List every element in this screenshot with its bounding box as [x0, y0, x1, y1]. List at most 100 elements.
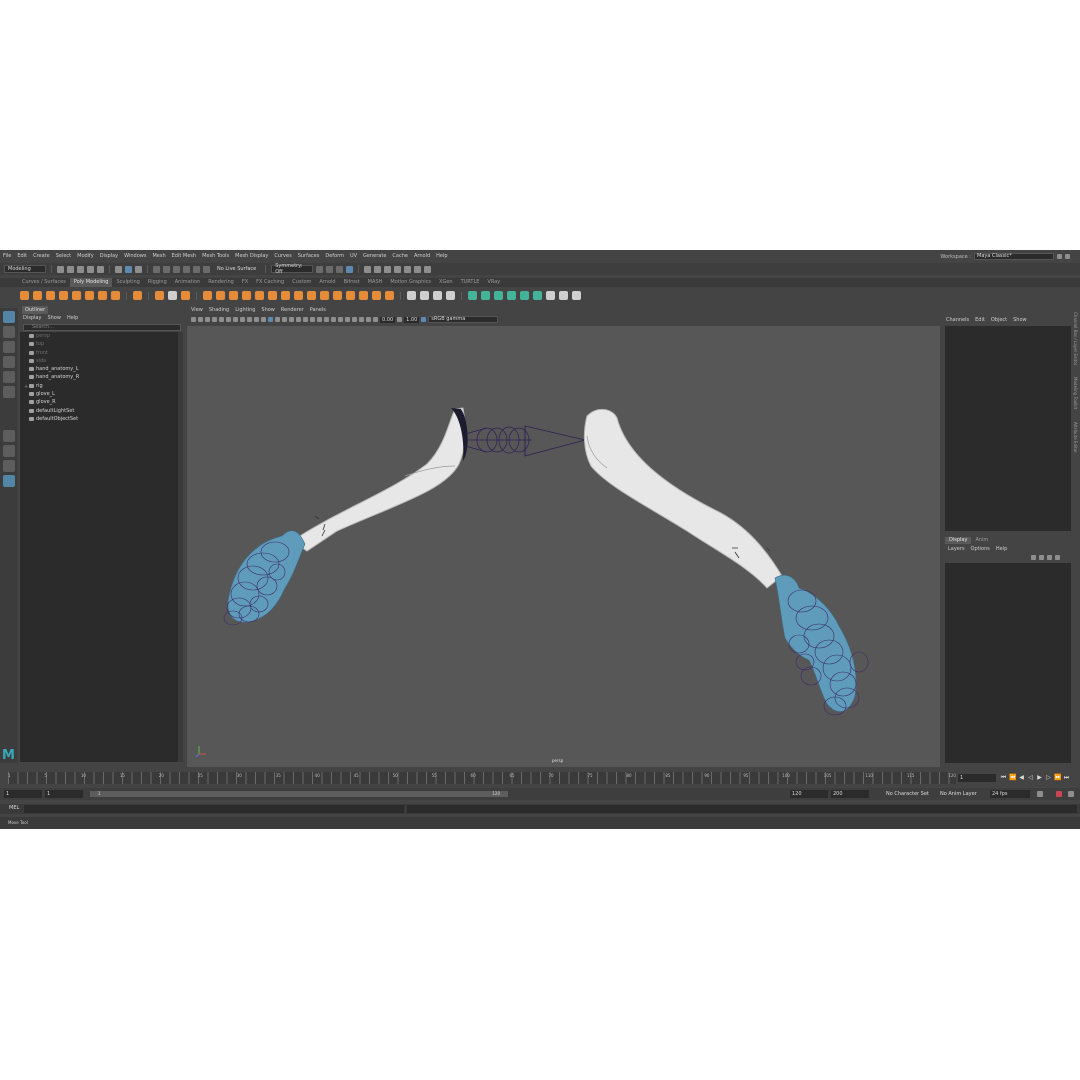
safe-title-icon[interactable] — [261, 317, 266, 322]
rotate-tool-icon[interactable] — [3, 371, 15, 383]
move-tool-icon[interactable] — [3, 356, 15, 368]
xray-joints-icon[interactable] — [359, 317, 364, 322]
outliner-persp-layout-icon[interactable] — [3, 475, 15, 487]
poly-cone-icon[interactable] — [59, 291, 68, 300]
menu-arnold[interactable]: Arnold — [414, 253, 430, 259]
new-empty-layer-icon[interactable] — [1047, 555, 1052, 560]
default-material-icon[interactable] — [282, 317, 287, 322]
menu-surfaces[interactable]: Surfaces — [298, 253, 320, 259]
snap-view-plane-icon[interactable] — [193, 265, 200, 273]
snap-grid-icon[interactable] — [153, 265, 160, 273]
select-all-icon[interactable] — [316, 265, 324, 273]
step-forward-frame-icon[interactable]: ▷ — [1045, 774, 1052, 781]
multi-cut-icon[interactable] — [346, 291, 355, 300]
resolution-gate-icon[interactable] — [233, 317, 238, 322]
layer-menu-help[interactable]: Help — [996, 546, 1007, 552]
menu-curves[interactable]: Curves — [274, 253, 291, 259]
uv-auto-icon[interactable] — [507, 291, 516, 300]
paint-select-tool-icon[interactable] — [3, 341, 15, 353]
menu-edit[interactable]: Edit — [17, 253, 27, 259]
step-back-key-icon[interactable]: ⏪ — [1009, 774, 1016, 781]
outliner-item[interactable]: top — [20, 340, 178, 348]
gamma-icon[interactable] — [397, 317, 403, 322]
shelf-tab-vray[interactable]: VRay — [483, 278, 504, 287]
shelf-tab-mash[interactable]: MASH — [364, 278, 387, 287]
combine-icon[interactable] — [203, 291, 212, 300]
separate-icon[interactable] — [216, 291, 225, 300]
save-scene-icon[interactable] — [77, 265, 84, 273]
make-live-icon[interactable] — [203, 265, 210, 273]
image-plane-icon[interactable] — [212, 317, 217, 322]
type-tool-icon[interactable] — [168, 291, 177, 300]
side-tab-attribute-editor[interactable]: Attribute Editor — [1073, 422, 1078, 453]
snap-curve-icon[interactable] — [163, 265, 170, 273]
outliner-menu-display[interactable]: Display — [23, 315, 41, 321]
menu-windows[interactable]: Windows — [124, 253, 146, 259]
bridge-icon[interactable] — [294, 291, 303, 300]
channel-box-menu-channels[interactable]: Channels — [946, 317, 969, 323]
quad-draw-icon[interactable] — [385, 291, 394, 300]
new-scene-icon[interactable] — [57, 265, 64, 273]
outliner-item[interactable]: defaultObjectSet — [20, 415, 178, 423]
poly-pipe-icon[interactable] — [111, 291, 120, 300]
offset-loop-icon[interactable] — [433, 291, 442, 300]
outliner-tab[interactable]: Outliner — [22, 306, 49, 314]
go-to-end-icon[interactable]: ⏭ — [1063, 774, 1070, 781]
render-view-icon[interactable] — [364, 265, 372, 273]
connect-icon[interactable] — [372, 291, 381, 300]
shelf-tab-xgen[interactable]: XGen — [435, 278, 457, 287]
ipr-render-icon[interactable] — [384, 265, 392, 273]
exposure-icon[interactable] — [373, 317, 378, 322]
shelf-tab-turtle[interactable]: TURTLE — [457, 278, 484, 287]
channel-box-menu-show[interactable]: Show — [1013, 317, 1027, 323]
redo-icon[interactable] — [97, 265, 104, 273]
select-object-icon[interactable] — [125, 265, 132, 273]
side-tab-channel-box-layer-editor[interactable]: Channel Box / Layer Editor — [1073, 312, 1078, 365]
playback-start-field[interactable]: 1 — [45, 790, 83, 798]
grid-icon[interactable] — [219, 317, 224, 322]
extract-icon[interactable] — [268, 291, 277, 300]
poly-torus-icon[interactable] — [72, 291, 81, 300]
uv-cut-icon[interactable] — [559, 291, 568, 300]
anim-preferences-icon[interactable] — [1068, 791, 1074, 797]
command-input[interactable] — [24, 805, 404, 813]
insert-loop-icon[interactable] — [420, 291, 429, 300]
menu-select[interactable]: Select — [56, 253, 71, 259]
boolean-icon[interactable] — [242, 291, 251, 300]
outliner-item[interactable]: persp — [20, 332, 178, 340]
viewport-menu-show[interactable]: Show — [261, 307, 275, 313]
outliner-item[interactable]: side — [20, 357, 178, 365]
motion-blur-icon[interactable] — [324, 317, 329, 322]
render-frame-icon[interactable] — [374, 265, 382, 273]
shelf-tab-arnold[interactable]: Arnold — [315, 278, 339, 287]
film-gate-icon[interactable] — [226, 317, 231, 322]
move-layer-up-icon[interactable] — [1031, 555, 1036, 560]
arnold-render-icon[interactable] — [414, 265, 422, 273]
poly-sphere-icon[interactable] — [20, 291, 29, 300]
gate-mask-icon[interactable] — [240, 317, 245, 322]
single-view-layout-icon[interactable] — [3, 430, 15, 442]
anti-aliasing-icon[interactable] — [331, 317, 336, 322]
shelf-tab-fx[interactable]: FX — [238, 278, 252, 287]
outliner-menu-show[interactable]: Show — [47, 315, 61, 321]
shelf-tab-custom[interactable]: Custom — [288, 278, 315, 287]
menu-deform[interactable]: Deform — [325, 253, 344, 259]
scene-start-field[interactable]: 1 — [4, 790, 42, 798]
go-to-start-icon[interactable]: ⏮ — [1000, 774, 1007, 781]
outliner-item[interactable]: glove_R — [20, 398, 178, 406]
layout-icon[interactable] — [1057, 254, 1062, 259]
menu-modify[interactable]: Modify — [77, 253, 94, 259]
svg-tool-icon[interactable] — [181, 291, 190, 300]
color-management-icon[interactable] — [421, 317, 427, 322]
uv-sew-icon[interactable] — [572, 291, 581, 300]
ambient-occlusion-icon[interactable] — [317, 317, 322, 322]
character-set-dropdown[interactable]: No Character Set — [884, 790, 934, 798]
wireframe-on-shaded-icon[interactable] — [289, 317, 294, 322]
open-scene-icon[interactable] — [67, 265, 74, 273]
shelf-tab-fx-caching[interactable]: FX Caching — [252, 278, 288, 287]
layer-menu-options[interactable]: Options — [971, 546, 990, 552]
menu-file[interactable]: File — [3, 253, 11, 259]
menu-mesh[interactable]: Mesh — [152, 253, 165, 259]
viewport-canvas[interactable]: persp — [187, 326, 940, 767]
workspace-dropdown[interactable]: Maya Classic* — [974, 253, 1054, 260]
